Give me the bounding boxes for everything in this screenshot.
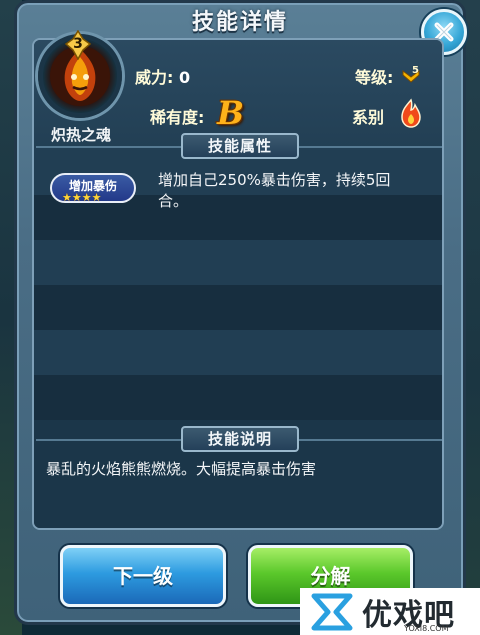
rarity-stat: 稀有度: (150, 104, 204, 128)
skill-level: 3 (73, 36, 83, 52)
watermark-logo-icon (311, 593, 353, 631)
star-icon: ★ (62, 191, 72, 204)
attribute-row (34, 240, 442, 285)
level-5-chevron-icon: 5 (402, 65, 420, 83)
attribute-row (34, 285, 442, 330)
attribute-row (34, 330, 442, 375)
power-stat: 威力: 0 (135, 64, 190, 88)
skill-effect-text: 增加自己250%暴击伤害，持续5回合。 (158, 171, 391, 210)
skill-description-text: 暴乱的火焰熊熊燃烧。大幅提高暴击伤害 (46, 460, 317, 478)
element-label: 系别 (352, 108, 385, 127)
svg-text:5: 5 (412, 65, 419, 76)
skill-name: 炽热之魂 (50, 126, 111, 144)
next-level-button[interactable]: 下一级 (60, 545, 226, 607)
element-stat: 系别 (352, 104, 384, 128)
star-icon: ★ (71, 191, 82, 204)
grade-label: 等级: (355, 68, 394, 87)
attributes-section-title: 技能属性 (181, 133, 299, 159)
rarity-grade: B (217, 94, 245, 132)
crit-damage-tag: 增加暴伤 ★★★★ (50, 173, 136, 204)
star-icon: ★ (91, 191, 102, 204)
rarity-label: 稀有度: (150, 108, 205, 127)
star-rating: ★★★★ (62, 191, 102, 204)
power-value: 0 (178, 68, 191, 87)
power-label: 威力: (135, 68, 174, 87)
fire-element-icon (401, 98, 421, 128)
attribute-row (34, 375, 442, 420)
description-section-title: 技能说明 (181, 426, 299, 452)
star-icon: ★ (81, 191, 92, 204)
watermark-subtext: YOXI8.COM (404, 624, 449, 633)
grade-stat: 等级: (355, 64, 393, 88)
